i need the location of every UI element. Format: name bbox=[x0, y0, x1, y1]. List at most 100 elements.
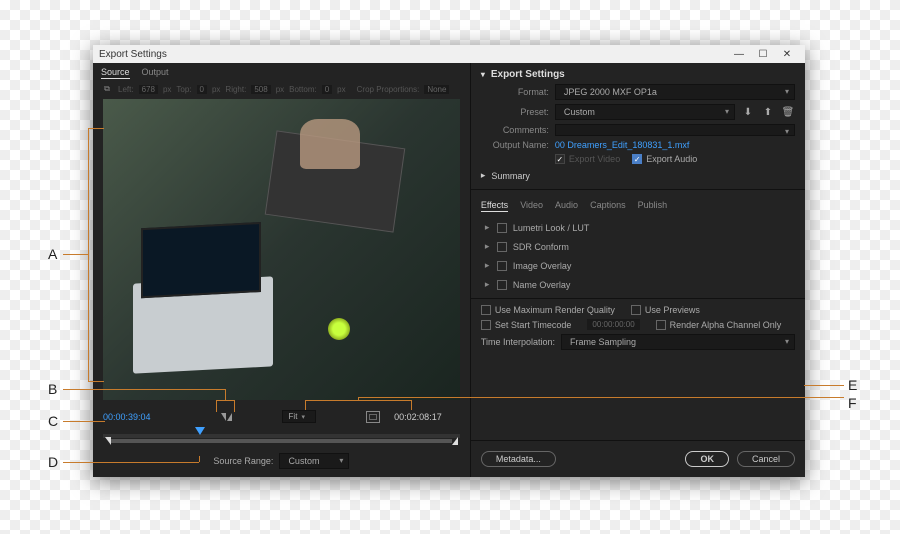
fx-sdr-checkbox[interactable] bbox=[497, 242, 507, 252]
output-name-label: Output Name: bbox=[481, 140, 549, 150]
export-video-label: Export Video bbox=[569, 154, 620, 164]
crop-left-label: Left: bbox=[118, 85, 134, 94]
annotation-E-label: E bbox=[848, 377, 857, 393]
set-out-point-button[interactable] bbox=[227, 413, 232, 421]
fx-image-overlay-checkbox[interactable] bbox=[497, 261, 507, 271]
scene-laptop-base bbox=[133, 276, 273, 373]
fx-sdr-twisty[interactable]: ▸ bbox=[485, 241, 491, 252]
annotation-F-label: F bbox=[848, 395, 857, 411]
scene-hands bbox=[300, 119, 360, 169]
scene-skateboard-wheel bbox=[328, 318, 350, 340]
delete-preset-icon[interactable]: 🗑 bbox=[781, 105, 795, 119]
right-panel: ▾ Export Settings Format: JPEG 2000 MXF … bbox=[471, 63, 805, 477]
fx-name-overlay-checkbox[interactable] bbox=[497, 280, 507, 290]
annotation-A-label: A bbox=[48, 246, 57, 262]
format-dropdown[interactable]: JPEG 2000 MXF OP1a bbox=[555, 84, 795, 100]
export-settings-dialog: Export Settings — ☐ ✕ Source Output ⧉ Le… bbox=[93, 45, 805, 477]
fx-lumetri-twisty[interactable]: ▸ bbox=[485, 222, 491, 233]
summary-twisty[interactable]: ▸ bbox=[481, 170, 486, 181]
window-minimize-button[interactable]: — bbox=[727, 49, 751, 60]
source-range-dropdown[interactable]: Custom bbox=[279, 453, 349, 469]
left-panel: Source Output ⧉ Left: 678 px Top: 0 px R… bbox=[93, 63, 471, 477]
save-preset-icon[interactable]: ⬇ bbox=[741, 105, 755, 119]
aspect-ratio-button[interactable] bbox=[366, 411, 380, 423]
comments-field[interactable] bbox=[555, 124, 795, 136]
crop-px-1: px bbox=[163, 85, 171, 94]
subtab-video[interactable]: Video bbox=[520, 200, 543, 212]
subtab-effects[interactable]: Effects bbox=[481, 200, 508, 212]
subtab-captions[interactable]: Captions bbox=[590, 200, 626, 212]
crop-proportions-value[interactable]: None bbox=[424, 85, 449, 94]
format-label: Format: bbox=[481, 87, 549, 97]
preset-value: Custom bbox=[564, 107, 595, 117]
format-value: JPEG 2000 MXF OP1a bbox=[564, 87, 657, 97]
window-maximize-button[interactable]: ☐ bbox=[751, 49, 775, 60]
max-render-quality-checkbox[interactable] bbox=[481, 305, 491, 315]
set-start-tc-label: Set Start Timecode bbox=[495, 320, 572, 330]
transport-controls: 00:00:39:04 Fit 00:02:08:17 bbox=[93, 400, 470, 427]
crop-bottom-value[interactable]: 0 bbox=[322, 85, 332, 94]
zoom-level-value: Fit bbox=[289, 412, 298, 421]
render-alpha-only-label: Render Alpha Channel Only bbox=[670, 320, 782, 330]
render-alpha-only-checkbox[interactable] bbox=[656, 320, 666, 330]
cancel-button[interactable]: Cancel bbox=[737, 451, 795, 467]
annotation-D-label: D bbox=[48, 454, 58, 470]
export-video-checkbox: ✓ bbox=[555, 154, 565, 164]
crop-px-2: px bbox=[212, 85, 220, 94]
in-out-markers bbox=[221, 413, 232, 421]
crop-right-label: Right: bbox=[225, 85, 246, 94]
window-title: Export Settings bbox=[99, 49, 167, 60]
output-name-link[interactable]: 00 Dreamers_Edit_180831_1.mxf bbox=[555, 140, 690, 150]
window-close-button[interactable]: ✕ bbox=[775, 49, 799, 60]
fx-image-overlay-twisty[interactable]: ▸ bbox=[485, 260, 491, 271]
preview-scene bbox=[103, 99, 460, 400]
use-previews-label: Use Previews bbox=[645, 305, 700, 315]
set-start-tc-checkbox[interactable] bbox=[481, 320, 491, 330]
ok-button[interactable]: OK bbox=[685, 451, 729, 467]
comments-label: Comments: bbox=[481, 125, 549, 135]
crop-right-value[interactable]: 508 bbox=[251, 85, 270, 94]
max-render-quality-label: Use Maximum Render Quality bbox=[495, 305, 615, 315]
annotation-B-label: B bbox=[48, 381, 57, 397]
range-out-handle[interactable] bbox=[452, 437, 458, 445]
scene-laptop-screen bbox=[141, 222, 261, 298]
crop-proportions-label: Crop Proportions: bbox=[357, 85, 420, 94]
fx-sdr-label: SDR Conform bbox=[513, 242, 569, 252]
export-audio-checkbox[interactable]: ✓ bbox=[632, 154, 642, 164]
export-audio-label: Export Audio bbox=[646, 154, 697, 164]
annotation-E-line bbox=[804, 385, 844, 386]
timecode-current[interactable]: 00:00:39:04 bbox=[103, 412, 151, 422]
preset-dropdown[interactable]: Custom bbox=[555, 104, 735, 120]
time-interpolation-value: Frame Sampling bbox=[570, 337, 636, 347]
title-bar: Export Settings — ☐ ✕ bbox=[93, 45, 805, 63]
summary-label: Summary bbox=[491, 171, 530, 181]
set-in-point-button[interactable] bbox=[221, 413, 226, 421]
subtab-publish[interactable]: Publish bbox=[638, 200, 668, 212]
crop-px-3: px bbox=[276, 85, 284, 94]
fx-name-overlay-twisty[interactable]: ▸ bbox=[485, 279, 491, 290]
metadata-button[interactable]: Metadata... bbox=[481, 451, 556, 467]
crop-left-value[interactable]: 678 bbox=[139, 85, 158, 94]
tab-source[interactable]: Source bbox=[101, 67, 130, 79]
crop-top-value[interactable]: 0 bbox=[197, 85, 207, 94]
import-preset-icon[interactable]: ⬆ bbox=[761, 105, 775, 119]
fx-lumetri-checkbox[interactable] bbox=[497, 223, 507, 233]
export-settings-twisty[interactable]: ▾ bbox=[481, 70, 485, 79]
source-range-label: Source Range: bbox=[213, 456, 273, 466]
timeline-track bbox=[103, 434, 460, 438]
use-previews-checkbox[interactable] bbox=[631, 305, 641, 315]
zoom-level-dropdown[interactable]: Fit bbox=[282, 410, 316, 423]
effects-list: ▸ Lumetri Look / LUT ▸ SDR Conform ▸ Ima… bbox=[471, 214, 805, 298]
timecode-duration: 00:02:08:17 bbox=[394, 412, 460, 422]
timeline[interactable] bbox=[103, 427, 460, 447]
start-timecode-field[interactable]: 00:00:00:00 bbox=[587, 319, 639, 330]
video-preview bbox=[103, 99, 460, 400]
crop-px-4: px bbox=[337, 85, 345, 94]
subtab-audio[interactable]: Audio bbox=[555, 200, 578, 212]
timeline-playhead[interactable] bbox=[195, 427, 205, 435]
crop-icon[interactable]: ⧉ bbox=[101, 83, 113, 95]
crop-top-label: Top: bbox=[176, 85, 191, 94]
fx-lumetri-label: Lumetri Look / LUT bbox=[513, 223, 590, 233]
time-interpolation-dropdown[interactable]: Frame Sampling bbox=[561, 334, 795, 350]
tab-output[interactable]: Output bbox=[142, 67, 169, 79]
